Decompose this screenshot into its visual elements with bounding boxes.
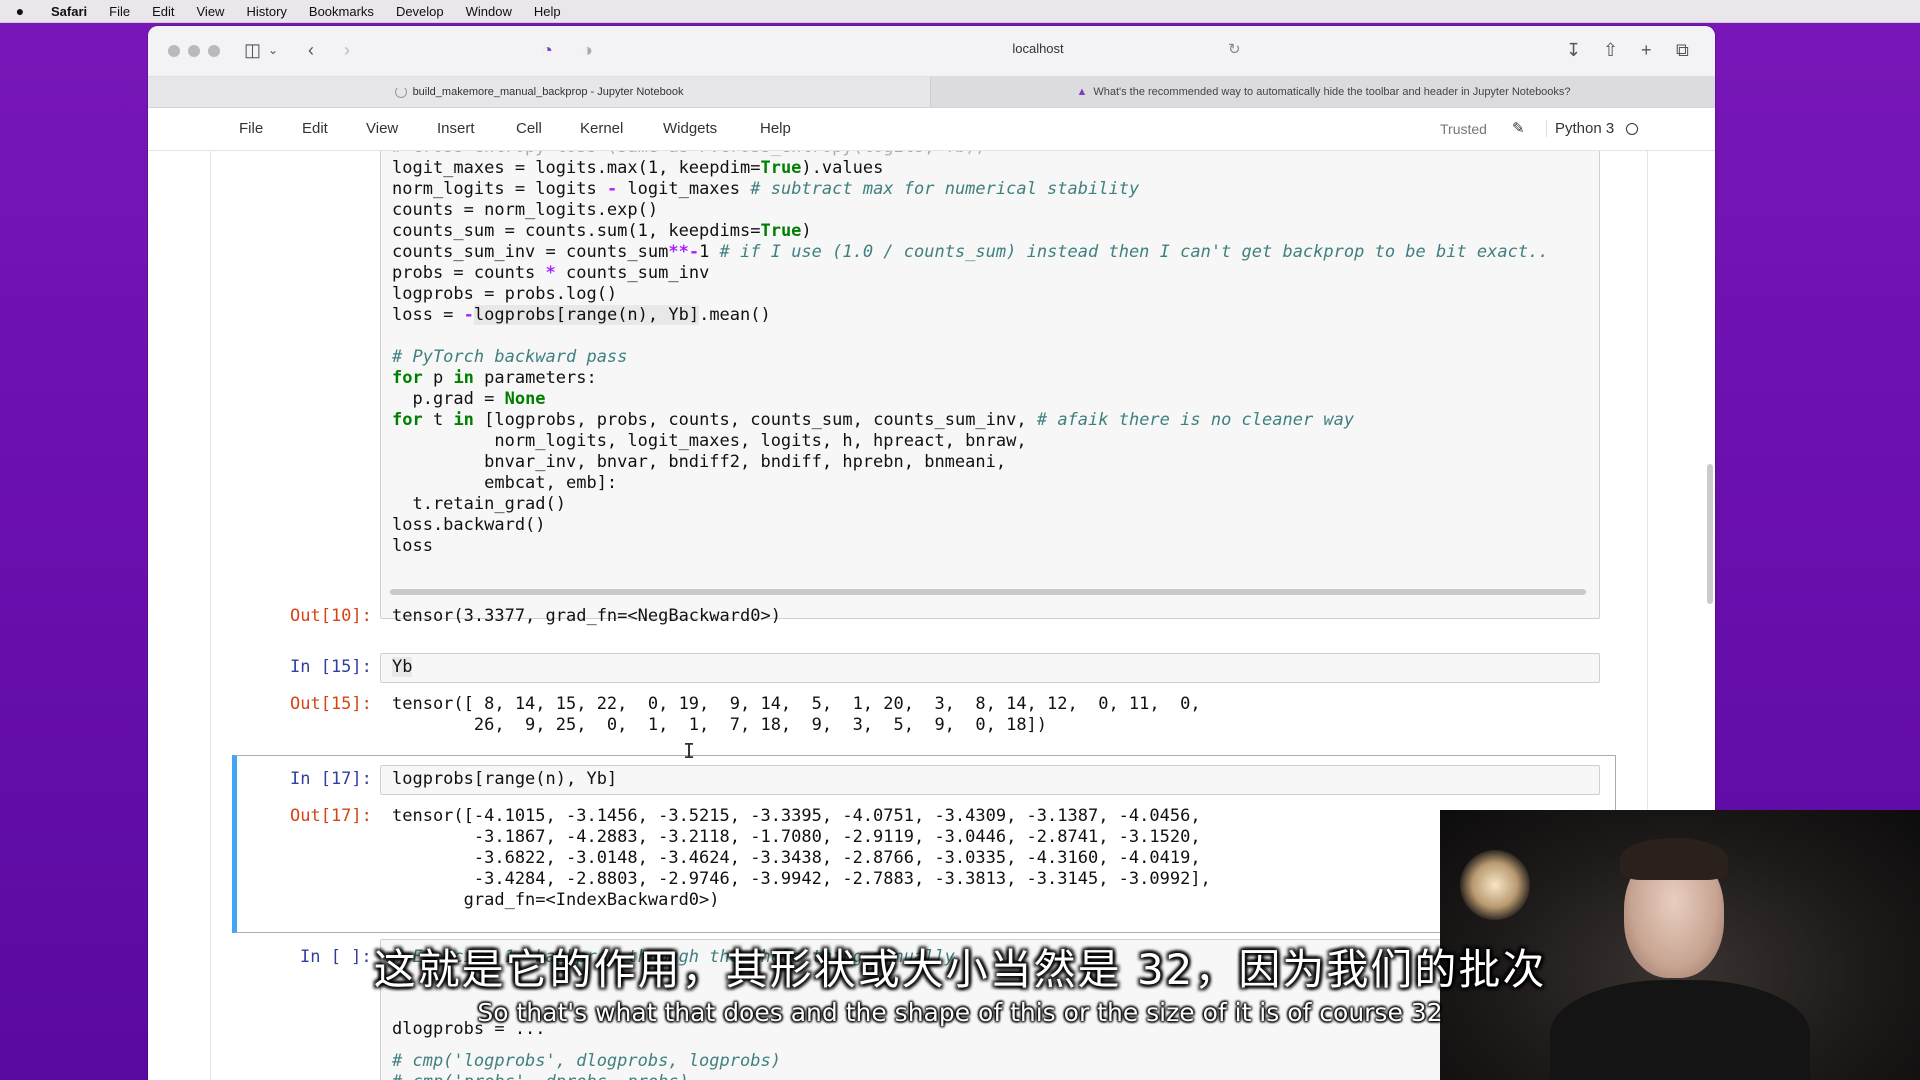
tab-overview-icon[interactable]: ⧉ [1676,38,1689,62]
subtitle-chinese: 这就是它的作用，其形状或大小当然是 32，因为我们的批次 [373,945,1547,994]
cell-15-input[interactable] [380,653,1600,683]
cell-10-output: tensor(3.3377, grad_fn=<NegBackward0>) [392,606,781,626]
tab-jupyter-notebook[interactable]: build_makemore_manual_backprop - Jupyter… [148,77,930,107]
text-cursor-icon: I [683,739,696,763]
tab-title: build_makemore_manual_backprop - Jupyter… [412,86,684,98]
kernel-name[interactable]: Python 3 [1546,120,1614,137]
jupyter-menu-help[interactable]: Help [760,120,791,137]
in-prompt: In [17]: [290,769,372,789]
cell-17-code: logprobs[range(n), Yb] [392,769,618,789]
jupyter-menu-file[interactable]: File [239,120,263,137]
pencil-icon[interactable]: ✎ [1512,119,1525,137]
jupyter-menu-cell[interactable]: Cell [516,120,542,137]
loading-spinner-icon [394,86,407,98]
menu-window[interactable]: Window [455,4,523,19]
menu-history[interactable]: History [235,4,297,19]
tab-stackoverflow[interactable]: ▲ What's the recommended way to automati… [930,77,1715,107]
privacy-icon[interactable]: ◔ [542,38,553,62]
menu-view[interactable]: View [186,4,236,19]
cell-10-code: # cross entropy loss (same as F.cross_en… [392,151,1549,556]
browser-toolbar: ◫ ⌄ ‹ › ◔ ◑ localhost ↻ ↧ ⇧ + ⧉ [148,26,1715,77]
out-prompt: Out[10]: [290,606,372,626]
new-tab-icon[interactable]: + [1641,38,1652,62]
menu-bookmarks[interactable]: Bookmarks [298,4,385,19]
out-prompt: Out[15]: [290,694,372,714]
address-bar[interactable]: localhost [898,41,1178,56]
jupyter-menu-view[interactable]: View [366,120,398,137]
cell-next-line-3: # cmp('logprobs', dlogprobs, logprobs) [392,1051,781,1071]
chevron-down-icon[interactable]: ⌄ [268,38,278,62]
cell-15-code: Yb [392,657,413,678]
cell-17-output-line-3: -3.6822, -3.0148, -3.4624, -3.3438, -2.8… [392,848,1201,868]
reload-icon[interactable]: ↻ [1228,38,1241,62]
download-icon[interactable]: ↧ [1566,38,1581,62]
menu-safari[interactable]: Safari [40,4,98,19]
jupyter-menubar: File Edit View Insert Cell Kernel Widget… [148,108,1715,151]
share-icon[interactable]: ⇧ [1603,38,1618,62]
jupyter-menu-insert[interactable]: Insert [437,120,475,137]
menu-develop[interactable]: Develop [385,4,455,19]
shield-icon[interactable]: ◑ [582,38,593,62]
back-icon[interactable]: ‹ [308,38,314,62]
cell-next-line-4: # cmp('probs', dprobs, probs) [392,1072,689,1080]
minimize-window-button[interactable] [188,45,200,57]
cell-15-output-line-1: tensor([ 8, 14, 15, 22, 0, 19, 9, 14, 5,… [392,694,1201,714]
cell-17-output-line-1: tensor([-4.1015, -3.1456, -3.5215, -3.33… [392,806,1201,826]
kernel-status-icon [1626,123,1638,135]
lamp [1460,850,1530,920]
cell-17-output-line-2: -3.1867, -4.2883, -3.2118, -1.7080, -2.9… [392,827,1201,847]
page-scrollbar[interactable] [1707,464,1713,604]
menu-help[interactable]: Help [523,4,572,19]
subtitle-english: So that's what that does and the shape o… [477,998,1443,1027]
out-prompt: Out[17]: [290,806,372,826]
cell-17-output-line-4: -3.4284, -2.8803, -2.9746, -3.9942, -2.7… [392,869,1211,889]
sidebar-icon[interactable]: ◫ [244,38,261,62]
horizontal-scrollbar[interactable] [390,589,1586,595]
tab-bar: build_makemore_manual_backprop - Jupyter… [148,77,1715,108]
forward-icon[interactable]: › [344,38,350,62]
jupyter-menu-widgets[interactable]: Widgets [663,120,717,137]
tab-title: What's the recommended way to automatica… [1093,86,1571,98]
favicon-icon: ▲ [1076,86,1088,98]
cell-17-output-line-5: grad_fn=<IndexBackward0>) [392,890,720,910]
menu-file[interactable]: File [98,4,141,19]
jupyter-menu-kernel[interactable]: Kernel [580,120,623,137]
macos-menubar: ● Safari File Edit View History Bookmark… [0,0,1920,23]
in-prompt: In [15]: [290,657,372,677]
cell-15-code-text: Yb [392,657,413,677]
jupyter-menu-edit[interactable]: Edit [302,120,328,137]
cell-15-output-line-2: 26, 9, 25, 0, 1, 1, 7, 18, 9, 3, 5, 9, 0… [392,715,1048,735]
window-controls [168,45,220,57]
trusted-indicator[interactable]: Trusted [1440,121,1487,137]
person-hair [1620,838,1728,880]
zoom-window-button[interactable] [208,45,220,57]
close-window-button[interactable] [168,45,180,57]
apple-icon[interactable]: ● [0,3,40,19]
menu-edit[interactable]: Edit [141,4,185,19]
